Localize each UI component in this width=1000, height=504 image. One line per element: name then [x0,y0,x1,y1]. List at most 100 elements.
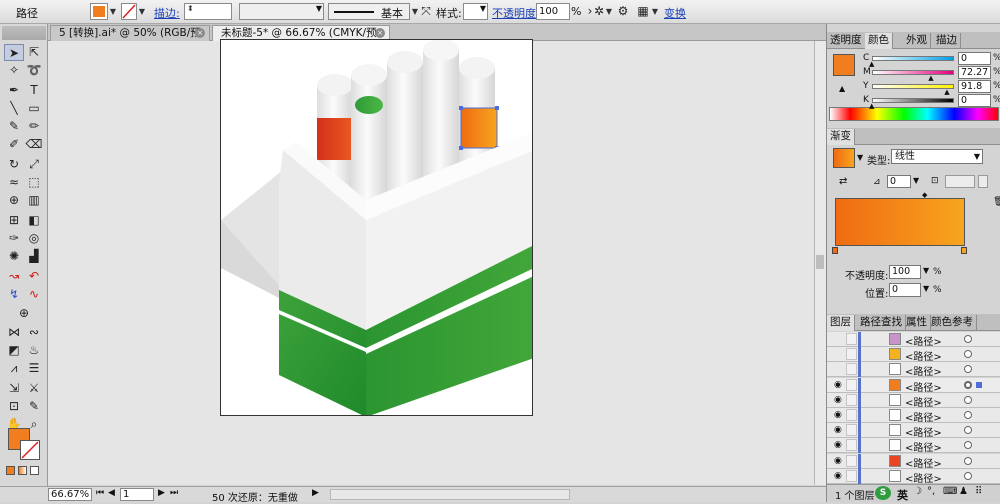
lock-toggle[interactable] [846,424,857,437]
pen-tool-icon[interactable]: ✒ [4,82,24,99]
punctuation-icon[interactable]: °, [927,486,935,497]
color-fill-swatch[interactable] [833,54,855,76]
tab-color[interactable]: 颜色 [865,33,893,49]
brush-definition-select[interactable]: 基本 [328,3,410,20]
layer-row[interactable]: ◉ <路径> [827,438,1000,454]
slider-handle-icon[interactable]: ▲ [869,102,874,110]
tab-stroke[interactable]: 描边 [933,33,961,49]
color-slider-track[interactable] [872,70,954,75]
tab-appearance[interactable]: 外观 [903,33,931,49]
target-icon[interactable] [964,350,972,359]
chevron-down-icon[interactable]: ▼ [923,284,929,293]
ime-language[interactable]: 英 [897,487,908,503]
slider-value-field[interactable]: 0 [958,52,991,65]
layer-row[interactable]: <路径> [827,332,1000,348]
layer-row[interactable]: ◉ <路径> [827,423,1000,439]
lock-toggle[interactable] [846,333,857,345]
blend-tool-icon[interactable]: ◎ [24,230,44,247]
perspective-grid-tool-icon[interactable]: ▥ [24,192,44,209]
slider-value-field[interactable]: 72.27 [958,66,991,79]
slider-handle-icon[interactable]: ▲ [944,88,949,96]
chevron-down-icon[interactable]: ▼ [923,266,929,275]
transform-link[interactable]: 变换 [664,5,686,21]
target-icon[interactable] [964,380,972,389]
fill-color-swatch[interactable] [90,3,108,20]
reverse-gradient-icon[interactable]: ⇄ [839,176,847,187]
knife-tool-icon[interactable]: ⚔ [24,380,44,397]
target-icon[interactable] [964,441,972,450]
live-paint-tool-icon[interactable]: ♨ [24,342,44,359]
rectangle-tool-icon[interactable]: ▭ [24,100,44,117]
blob-brush-tool-icon[interactable]: ✐ [4,136,24,153]
curvature-tool-icon[interactable]: ↝ [4,268,24,285]
aspect-dropdown[interactable] [978,175,988,188]
target-icon[interactable] [964,471,972,480]
aspect-field[interactable] [945,175,975,188]
tools-grip[interactable] [2,26,46,40]
layer-row[interactable]: ◉ <路径> [827,453,1000,470]
stroke-link[interactable]: 描边: [154,5,180,21]
tab-pathfinder[interactable]: 路径查找 [857,315,906,331]
eye-icon[interactable]: ◉ [834,471,844,481]
target-icon[interactable] [964,411,972,419]
type-tool-icon[interactable]: T [24,82,44,99]
tab-attributes[interactable]: 属性 [903,315,931,331]
lock-toggle[interactable] [846,348,857,361]
lock-toggle[interactable] [846,393,857,406]
variable-width-profile[interactable]: ▼ [239,3,324,20]
crosshair-tool-icon[interactable]: ⊕ [14,305,34,322]
color-slider-track[interactable] [872,56,954,61]
column-graph-tool-icon[interactable]: ▟ [24,248,44,265]
last-artboard-icon[interactable]: ⏭ [170,488,178,498]
lock-toggle[interactable] [846,454,857,467]
target-icon[interactable] [964,456,972,465]
eye-icon[interactable]: ◉ [834,456,844,466]
chevron-down-icon[interactable]: ▼ [604,3,614,20]
selection-tool-icon[interactable]: ➤ [4,44,24,61]
gear-icon[interactable]: ⚙ [616,4,630,18]
opacity-link[interactable]: 不透明度 [492,5,536,21]
zoom-field[interactable]: 66.67% [48,488,92,501]
grid-icon[interactable]: ⠿ [975,486,982,497]
line-tool-icon[interactable]: ╲ [4,100,24,117]
magic-wand-tool-icon[interactable]: ✧ [4,62,24,79]
gradient-stop-start[interactable] [832,247,838,254]
rotate-tool-icon[interactable]: ↻ [4,156,24,173]
layer-name[interactable]: <路径> [905,394,942,409]
layer-row[interactable]: ◉ <路径> [827,468,1000,485]
layer-row[interactable]: ◉ <路径> [827,392,1000,409]
color-mode-icon[interactable] [6,466,15,475]
color-spectrum[interactable] [829,107,999,121]
lock-toggle[interactable] [846,363,857,376]
layer-name[interactable]: <路径> [905,409,942,424]
layer-name[interactable]: <路径> [905,379,942,394]
eye-icon[interactable]: ◉ [834,395,844,405]
chevron-down-icon[interactable]: ▼ [137,3,147,20]
eye-icon[interactable]: ◉ [834,410,844,420]
gradient-stop-end[interactable] [961,247,967,254]
brush-alt-tool-icon[interactable]: ✎ [24,398,44,415]
layer-name[interactable]: <路径> [905,455,942,470]
style-select[interactable]: ▼ [463,3,488,20]
arrange-icon[interactable]: ⤧ [419,4,433,18]
list-tool-icon[interactable]: ☰ [24,360,44,377]
lock-toggle[interactable] [846,378,857,391]
artboard-tool-icon[interactable]: ⇲ [4,380,24,397]
first-artboard-icon[interactable]: ⏮ [96,488,104,498]
eye-icon[interactable] [834,334,844,344]
gradient-location-field[interactable]: 0 [889,283,921,297]
layer-name[interactable]: <路径> [905,470,942,485]
eye-icon[interactable]: ◉ [834,380,844,390]
wave-tool-icon[interactable]: ∿ [24,286,44,303]
lock-toggle[interactable] [846,439,857,452]
prev-artboard-icon[interactable]: ◀ [108,488,115,498]
stroke-weight-field[interactable]: ⬍ [184,3,232,20]
color-slider-track[interactable] [872,98,954,103]
scrollbar-thumb[interactable] [816,255,824,269]
close-icon[interactable]: × [195,28,205,38]
artboard[interactable] [220,39,533,416]
lock-toggle[interactable] [846,469,857,482]
crop-tool-icon[interactable]: ⊡ [4,398,24,415]
eye-icon[interactable]: ◉ [834,440,844,450]
status-menu-icon[interactable]: ▶ [312,488,319,498]
